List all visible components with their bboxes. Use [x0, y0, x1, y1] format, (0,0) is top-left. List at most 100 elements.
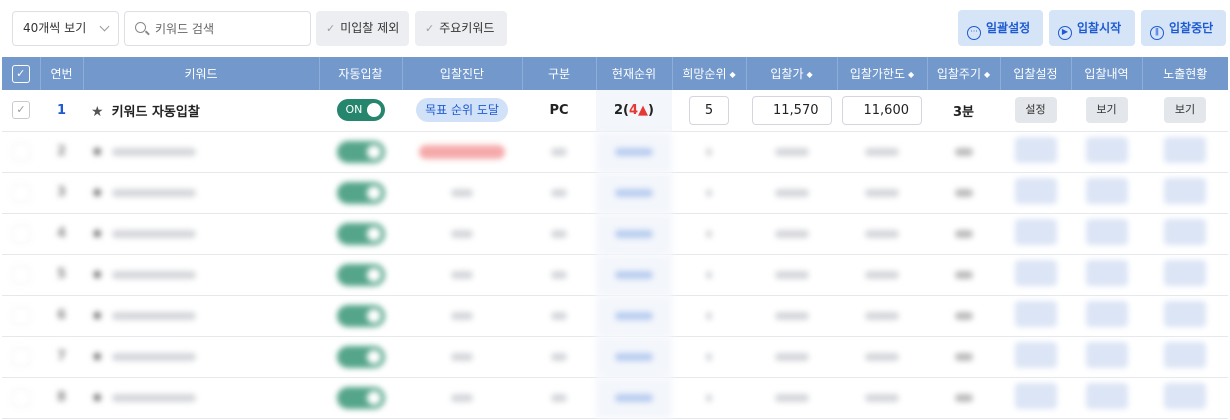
auto-bid-toggle[interactable] [336, 345, 385, 368]
exposure-button[interactable] [1164, 382, 1206, 409]
header-target-rank[interactable]: 희망순위 ◆ [672, 57, 747, 90]
row-number: 2 [40, 131, 83, 173]
star-icon[interactable]: ★ [91, 104, 104, 120]
exposure-button[interactable] [1164, 218, 1206, 245]
row-checkbox[interactable] [12, 142, 30, 161]
play-icon: ▶ [1058, 26, 1072, 40]
table-row: 5 ★ [2, 254, 1228, 296]
auto-bid-cell [319, 254, 402, 296]
auto-bid-toggle[interactable] [336, 304, 385, 327]
header-bid-limit[interactable]: 입찰가한도 ◆ [837, 57, 928, 90]
row-checkbox[interactable] [12, 183, 30, 202]
cycle-placeholder [954, 147, 973, 156]
target-rank-input[interactable]: 5 [689, 95, 729, 125]
exposure-button[interactable]: 보기 [1164, 97, 1206, 124]
star-icon[interactable]: ★ [91, 226, 104, 242]
row-checkbox[interactable]: ✓ [12, 101, 30, 120]
header-cycle[interactable]: 입찰주기 ◆ [927, 57, 1001, 90]
header-bid[interactable]: 입찰가 ◆ [746, 57, 838, 90]
row-checkbox[interactable] [12, 306, 30, 325]
search-input[interactable] [155, 12, 305, 45]
setting-button[interactable] [1014, 136, 1057, 163]
exclude-unbid-filter[interactable]: ✓ 미입찰 제외 [316, 11, 409, 46]
table-row: ✓ 1 ★ 키워드 자동입찰 ON 목표 순위 도달 PC 2(4▲) 5 11,… [2, 90, 1228, 132]
history-button[interactable] [1085, 177, 1128, 204]
bid-setting-cell [1000, 295, 1071, 337]
keyword-search[interactable] [124, 11, 311, 46]
toggle-knob [366, 349, 381, 364]
history-button[interactable] [1085, 300, 1128, 327]
exposure-button[interactable] [1164, 177, 1206, 204]
bulk-setting-button[interactable]: ··· 일괄설정 [958, 10, 1043, 46]
row-select[interactable] [2, 295, 40, 337]
setting-button[interactable] [1014, 218, 1057, 245]
exposure-cell [1142, 336, 1228, 378]
main-keyword-filter[interactable]: ✓ 주요키워드 [415, 11, 507, 46]
header-bid-label: 입찰가 [770, 67, 804, 81]
star-icon[interactable]: ★ [91, 267, 104, 283]
row-select[interactable] [2, 172, 40, 214]
setting-button[interactable] [1014, 177, 1057, 204]
diagnosis-cell: 목표 순위 도달 [402, 90, 522, 132]
star-icon[interactable]: ★ [91, 349, 104, 365]
row-select[interactable] [2, 377, 40, 419]
bid-start-button[interactable]: ▶ 입찰시작 [1049, 10, 1135, 46]
auto-bid-toggle[interactable] [336, 263, 385, 286]
target-rank-cell [672, 295, 746, 337]
history-button[interactable] [1085, 341, 1128, 368]
exposure-button[interactable] [1164, 136, 1206, 163]
current-rank-cell [596, 336, 672, 378]
bid-input[interactable]: 11,570 [751, 95, 832, 125]
cycle-placeholder [954, 393, 973, 402]
auto-bid-toggle[interactable] [336, 222, 385, 245]
table-row: 6 ★ [2, 295, 1228, 337]
row-select[interactable] [2, 131, 40, 173]
type-placeholder [551, 270, 567, 279]
current-rank-cell [596, 295, 672, 337]
star-icon[interactable]: ★ [91, 308, 104, 324]
row-checkbox[interactable] [12, 265, 30, 284]
history-button[interactable] [1085, 136, 1128, 163]
setting-button[interactable] [1014, 300, 1057, 327]
history-button[interactable] [1085, 259, 1128, 286]
row-checkbox[interactable] [12, 388, 30, 407]
exposure-cell [1142, 377, 1228, 419]
exposure-button[interactable] [1164, 259, 1206, 286]
history-button[interactable]: 보기 [1085, 97, 1128, 124]
bid-limit-input[interactable]: 11,600 [842, 95, 922, 125]
history-button[interactable] [1085, 382, 1128, 409]
row-checkbox[interactable] [12, 224, 30, 243]
more-icon: ··· [967, 26, 981, 40]
page-size-value: 40개씩 보기 [23, 21, 87, 35]
header-select-all[interactable]: ✓ [2, 57, 41, 90]
row-checkbox[interactable] [12, 347, 30, 366]
row-select[interactable]: ✓ [2, 90, 40, 132]
page-size-select[interactable]: 40개씩 보기 [12, 11, 119, 46]
star-icon[interactable]: ★ [91, 185, 104, 201]
target-placeholder [706, 270, 712, 279]
bid-stop-button[interactable]: ǁ 입찰중단 [1141, 10, 1226, 46]
history-button[interactable] [1085, 218, 1128, 245]
type-cell [522, 172, 596, 214]
setting-button[interactable] [1014, 259, 1057, 286]
row-select[interactable] [2, 254, 40, 296]
row-select[interactable] [2, 336, 40, 378]
auto-bid-toggle[interactable]: ON [336, 99, 385, 122]
select-all-checkbox[interactable]: ✓ [11, 64, 30, 83]
setting-button[interactable]: 설정 [1014, 97, 1057, 124]
auto-bid-toggle[interactable] [336, 386, 385, 409]
exposure-button[interactable] [1164, 341, 1206, 368]
main-keyword-label: 주요키워드 [439, 21, 495, 35]
auto-bid-toggle[interactable] [336, 140, 385, 163]
setting-button[interactable] [1014, 382, 1057, 409]
bid-placeholder [774, 147, 809, 156]
star-icon[interactable]: ★ [91, 390, 104, 406]
exposure-button[interactable] [1164, 300, 1206, 327]
row-select[interactable] [2, 213, 40, 255]
bid-cell [746, 213, 837, 255]
auto-bid-toggle[interactable] [336, 181, 385, 204]
keyword-cell: ★ [83, 254, 319, 296]
star-icon[interactable]: ★ [91, 144, 104, 160]
setting-button[interactable] [1014, 341, 1057, 368]
bid-history-cell [1071, 213, 1142, 255]
